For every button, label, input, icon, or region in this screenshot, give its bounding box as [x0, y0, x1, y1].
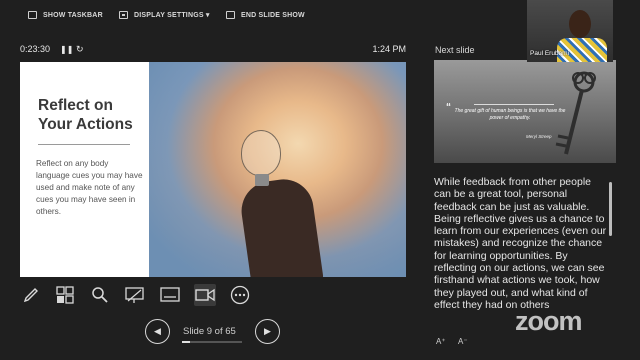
quote-mark-icon: “: [446, 102, 451, 113]
participant-avatar: [569, 10, 591, 38]
next-slide-label: Next slide: [435, 45, 475, 55]
more-options-icon[interactable]: [229, 284, 251, 306]
slide-progress-fill: [182, 341, 191, 343]
elapsed-timer: 0:23:30: [20, 44, 51, 54]
slide-body: Reflect on any body language cues you ma…: [36, 159, 143, 216]
subtitles-icon[interactable]: [159, 284, 181, 306]
decrease-font-button[interactable]: A⁻: [458, 337, 468, 346]
notes-scrollbar[interactable]: [609, 182, 612, 236]
lightbulb-base: [255, 174, 269, 186]
display-icon: [119, 11, 128, 19]
previous-arrow-icon: ◀: [154, 326, 161, 336]
increase-font-button[interactable]: A⁺: [436, 337, 446, 346]
timer-row: 0:23:30 ❚❚ ↻ 1:24 PM: [20, 44, 406, 58]
reset-timer-icon[interactable]: ↻: [76, 44, 84, 55]
current-time: 1:24 PM: [372, 44, 406, 54]
lightbulb-icon: [241, 130, 281, 176]
slide-progress-bar: [182, 341, 242, 343]
slide-text-panel: Reflect on Your Actions Reflect on any b…: [20, 62, 149, 277]
end-slide-show-button[interactable]: END SLIDE SHOW: [226, 11, 305, 19]
speaker-notes[interactable]: While feedback from other people can be …: [434, 176, 609, 324]
zoom-watermark: zoom: [515, 306, 582, 336]
lightbulb-photo: [149, 62, 406, 277]
next-slide-author: Meryl Streep: [526, 134, 552, 139]
end-show-icon: [226, 11, 235, 19]
camera-icon[interactable]: [194, 284, 216, 306]
zoom-search-icon[interactable]: [89, 284, 111, 306]
slide-counter: Slide 9 of 65: [183, 326, 236, 337]
show-taskbar-button[interactable]: SHOW TASKBAR: [28, 11, 103, 19]
hand-shape: [237, 175, 325, 277]
next-arrow-icon: ▶: [264, 326, 271, 336]
current-slide[interactable]: Reflect on Your Actions Reflect on any b…: [20, 62, 406, 277]
next-slide-button[interactable]: ▶: [255, 319, 280, 344]
slide-title: Reflect on Your Actions: [38, 97, 133, 133]
next-slide-quote: The great gift of human beings is that w…: [454, 108, 566, 121]
participant-video[interactable]: Paul Erubami: [527, 0, 613, 62]
slides-grid-icon[interactable]: [54, 284, 76, 306]
slide-navigation: ◀ Slide 9 of 65 ▶: [145, 319, 285, 345]
pen-icon[interactable]: [20, 284, 42, 306]
participant-name: Paul Erubami: [530, 50, 570, 57]
presenter-tools: [20, 284, 260, 306]
quote-divider: [474, 104, 554, 105]
display-settings-label: DISPLAY SETTINGS ▾: [134, 12, 210, 19]
display-settings-button[interactable]: DISPLAY SETTINGS ▾: [119, 11, 210, 19]
show-taskbar-label: SHOW TASKBAR: [43, 11, 103, 19]
pause-timer-icon[interactable]: ❚❚: [60, 45, 73, 54]
taskbar-icon: [28, 11, 37, 19]
slide-divider: [38, 144, 130, 145]
next-slide-thumbnail[interactable]: “ The great gift of human beings is that…: [434, 60, 616, 163]
notes-font-controls: A⁺ A⁻: [436, 337, 476, 349]
pointer-screen-icon[interactable]: [124, 284, 146, 306]
previous-slide-button[interactable]: ◀: [145, 319, 170, 344]
end-slide-show-label: END SLIDE SHOW: [241, 11, 305, 19]
